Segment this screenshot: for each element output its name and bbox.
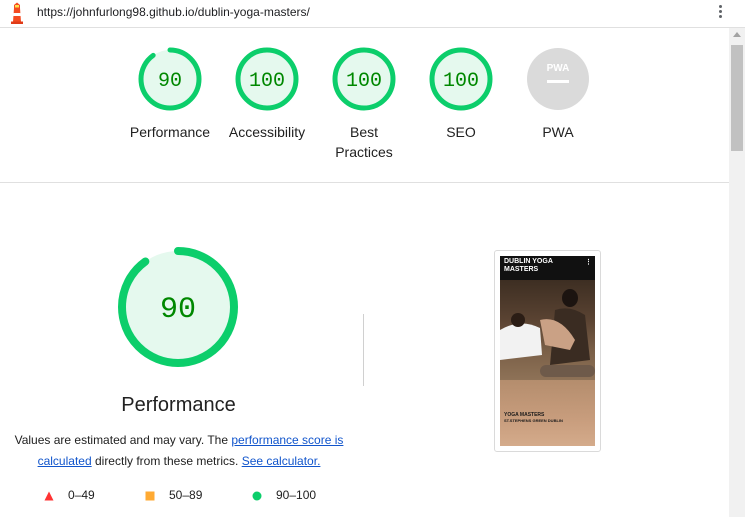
- gauge-pwa[interactable]: PWA PWA: [508, 46, 608, 142]
- gauge-best-practices[interactable]: 100 Best Practices: [314, 46, 414, 162]
- more-options-icon[interactable]: [716, 3, 724, 21]
- scroll-up-arrow-icon[interactable]: [733, 32, 741, 37]
- section-divider: [0, 182, 729, 183]
- gauge-label: Best Practices: [335, 124, 393, 160]
- best-practices-gauge-ring: 100: [332, 47, 396, 111]
- gauge-value: 100: [249, 70, 285, 93]
- site-header: DUBLIN YOGA MASTERS ⋮: [500, 256, 595, 280]
- fail-triangle-icon: [44, 491, 54, 501]
- gauge-label: PWA: [542, 124, 574, 140]
- gauge-performance[interactable]: 90 Performance: [120, 46, 220, 142]
- seo-gauge-ring: 100: [429, 47, 493, 111]
- gauge-value: 100: [443, 70, 479, 93]
- see-calculator-link[interactable]: See calculator.: [242, 454, 321, 468]
- performance-description: Values are estimated and may vary. The p…: [14, 430, 344, 472]
- report-topbar: https://johnfurlong98.github.io/dublin-y…: [0, 0, 745, 28]
- scrollbar[interactable]: [729, 28, 745, 517]
- average-square-icon: [145, 491, 155, 501]
- legend-range: 0–49: [68, 488, 95, 502]
- svg-text:PWA: PWA: [547, 63, 570, 74]
- performance-score-value: 90: [160, 293, 196, 327]
- legend-average: 50–89: [145, 488, 202, 502]
- pwa-badge-icon: PWA: [527, 48, 589, 110]
- legend-pass: 90–100: [252, 488, 316, 502]
- yoga-photo-figures: [500, 289, 595, 377]
- gauge-label: Accessibility: [228, 124, 306, 140]
- final-screenshot: DUBLIN YOGA MASTERS ⋮ YOGA MASTERS ST.ST…: [500, 256, 595, 446]
- legend-range: 50–89: [169, 488, 203, 502]
- pass-circle-icon: [252, 491, 262, 501]
- site-caption: YOGA MASTERS ST.STEPHENS GREEN DUBLIN: [504, 412, 563, 424]
- yoga-photo: [500, 280, 595, 380]
- gauge-seo[interactable]: 100 SEO: [411, 46, 511, 142]
- gauge-accessibility[interactable]: 100 Accessibility: [217, 46, 317, 142]
- performance-title: Performance: [121, 394, 236, 416]
- scroll-thumb[interactable]: [731, 45, 743, 151]
- gauge-label: SEO: [446, 124, 476, 140]
- desc-middle: directly from these metrics.: [91, 454, 242, 468]
- legend-range: 90–100: [276, 488, 317, 502]
- desc-prefix: Values are estimated and may vary. The: [14, 433, 232, 447]
- caption-line2: ST.STEPHENS GREEN DUBLIN: [504, 418, 563, 423]
- report-url[interactable]: https://johnfurlong98.github.io/dublin-y…: [37, 5, 310, 19]
- site-menu-icon: ⋮: [585, 259, 592, 266]
- lighthouse-icon: [11, 2, 23, 24]
- gauge-value: 90: [158, 70, 182, 93]
- vertical-divider: [363, 314, 364, 386]
- performance-score-gauge: 90: [118, 247, 238, 367]
- gauge-label: Performance: [129, 124, 211, 140]
- performance-gauge-ring: 90: [138, 47, 202, 111]
- site-title: DUBLIN YOGA MASTERS: [504, 258, 553, 273]
- gauge-value: 100: [346, 70, 382, 93]
- accessibility-gauge-ring: 100: [235, 47, 299, 111]
- legend-fail: 0–49: [44, 488, 95, 502]
- final-screenshot-frame[interactable]: DUBLIN YOGA MASTERS ⋮ YOGA MASTERS ST.ST…: [494, 250, 601, 452]
